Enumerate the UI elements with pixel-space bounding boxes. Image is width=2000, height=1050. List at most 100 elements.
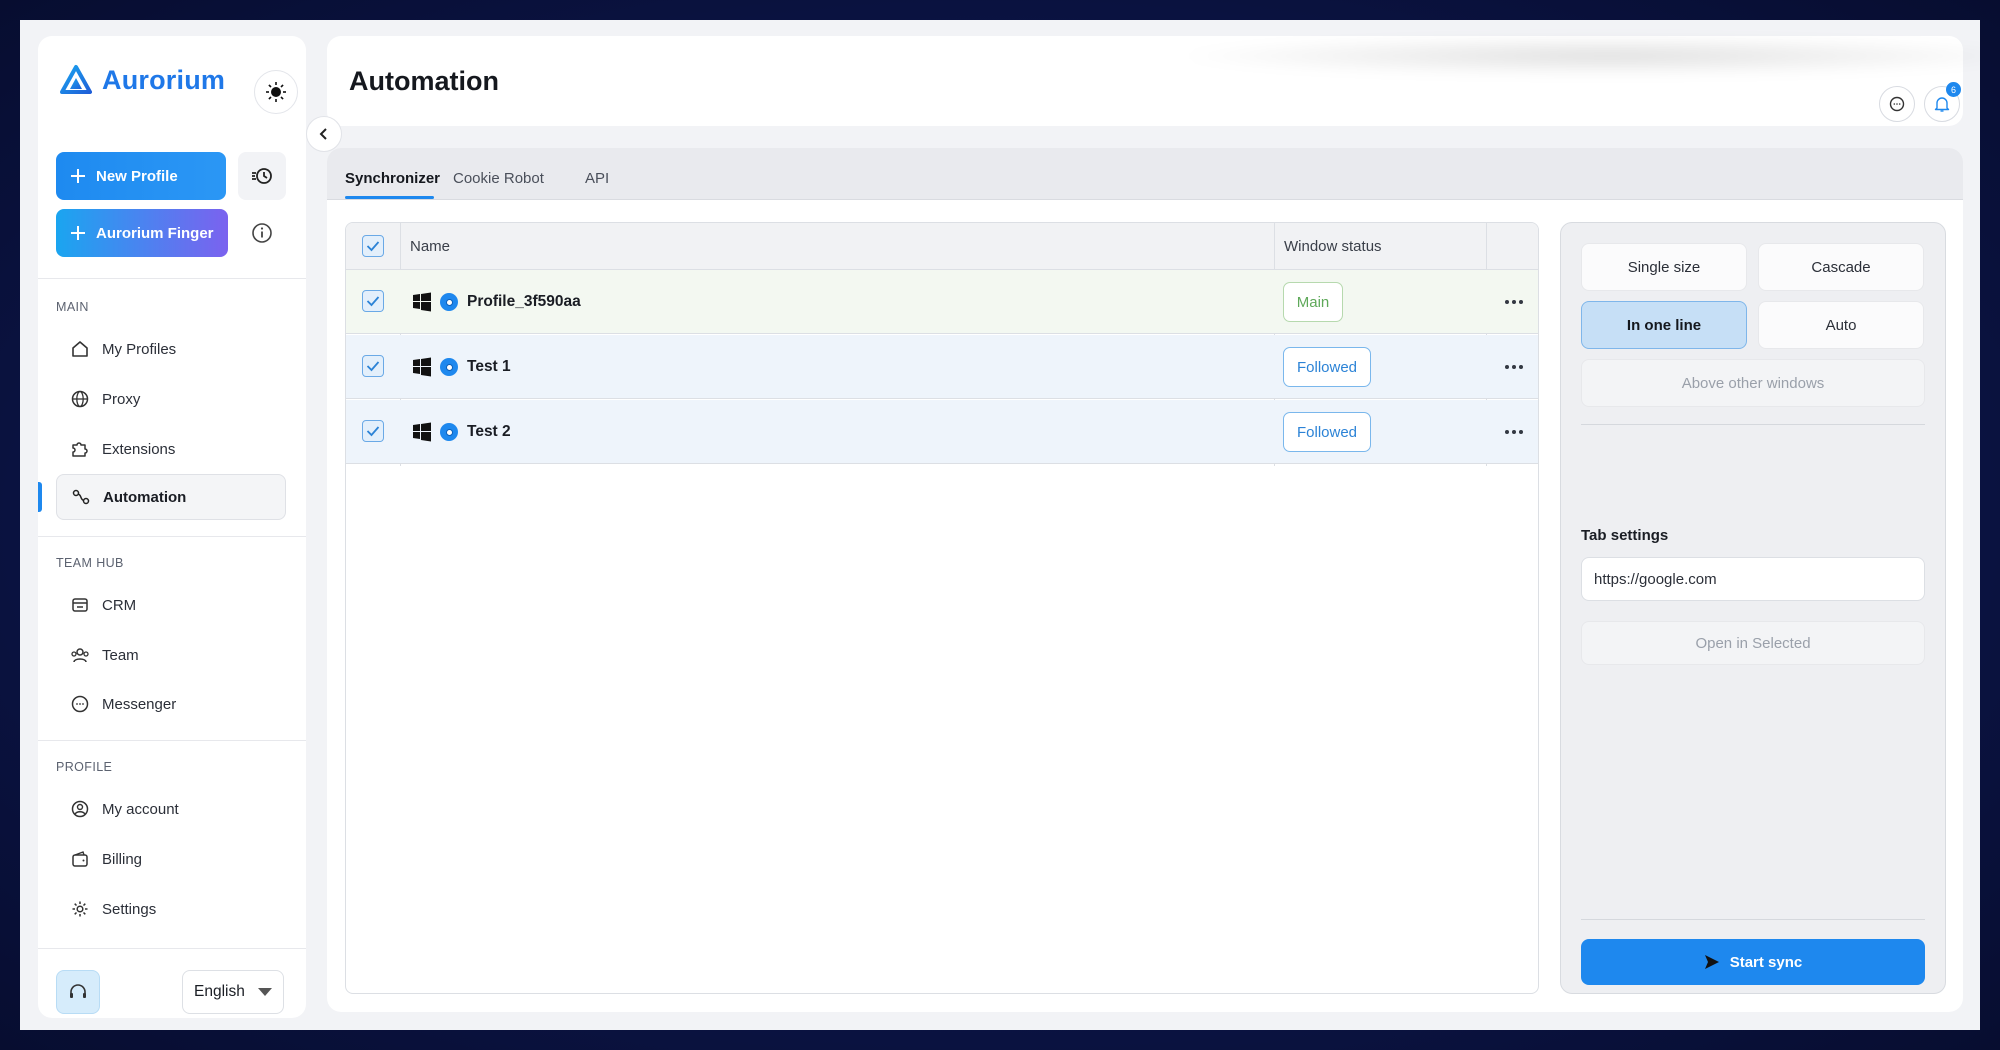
divider	[1581, 919, 1925, 920]
sidebar-item-label: My Profiles	[102, 340, 177, 358]
row-checkbox[interactable]	[362, 355, 384, 377]
language-select[interactable]: English	[182, 970, 284, 1014]
tab-settings-label: Tab settings	[1581, 527, 1669, 544]
sidebar-item-my-account[interactable]: My account	[56, 786, 286, 832]
sidebar-item-label: Automation	[103, 488, 187, 506]
app-window: Aurorium New Profile Aurorium Finger MAI…	[20, 20, 1980, 1030]
support-button[interactable]	[56, 970, 100, 1014]
table-row[interactable]: Profile_3f590aa Main	[346, 270, 1538, 334]
tab-api[interactable]: API	[585, 170, 609, 187]
active-indicator	[38, 482, 42, 512]
tab-bar: Synchronizer Cookie Robot API	[327, 148, 1963, 200]
row-checkbox[interactable]	[362, 290, 384, 312]
crm-icon	[72, 598, 88, 612]
headset-icon	[70, 984, 86, 998]
sidebar-item-label: Billing	[102, 850, 143, 868]
start-sync-button[interactable]: Start sync	[1581, 939, 1925, 985]
windows-icon	[413, 357, 431, 377]
row-more-button[interactable]	[1502, 355, 1526, 379]
plus-icon	[71, 226, 85, 240]
sidebar-item-proxy[interactable]: Proxy	[56, 376, 286, 422]
sidebar-item-label: Team	[102, 646, 139, 664]
decorative-shadow	[1167, 36, 1980, 76]
active-tab-indicator	[345, 196, 434, 199]
chat-bubble-icon	[1889, 96, 1905, 112]
sun-icon	[266, 82, 286, 102]
open-in-selected-button[interactable]: Open in Selected	[1581, 621, 1925, 665]
new-profile-button[interactable]: New Profile	[56, 152, 226, 200]
caret-down-icon	[257, 988, 272, 996]
check-icon	[366, 241, 380, 252]
sidebar: Aurorium New Profile Aurorium Finger MAI…	[38, 36, 306, 1018]
row-more-button[interactable]	[1502, 290, 1526, 314]
table-row[interactable]: Test 1 Followed	[346, 335, 1538, 399]
section-label-main: MAIN	[56, 300, 89, 314]
tab-cookie-robot[interactable]: Cookie Robot	[453, 170, 544, 187]
row-more-button[interactable]	[1502, 420, 1526, 444]
sidebar-item-messenger[interactable]: Messenger	[56, 681, 286, 727]
column-header-name: Name	[410, 238, 451, 255]
url-input[interactable]	[1581, 557, 1925, 601]
user-circle-icon	[71, 800, 89, 818]
sidebar-item-label: Settings	[102, 900, 157, 918]
sidebar-item-label: Proxy	[102, 390, 141, 408]
info-icon[interactable]	[250, 221, 274, 245]
table-header: Name Window status	[346, 223, 1538, 270]
single-size-button[interactable]: Single size	[1581, 243, 1747, 291]
theme-toggle-button[interactable]	[254, 70, 298, 114]
row-checkbox[interactable]	[362, 420, 384, 442]
sidebar-item-billing[interactable]: Billing	[56, 836, 286, 882]
plus-icon	[71, 169, 85, 183]
globe-icon	[71, 390, 89, 408]
aurorium-logo-icon	[60, 65, 92, 94]
divider	[38, 536, 306, 537]
bell-icon	[1934, 97, 1950, 112]
check-icon	[366, 426, 380, 437]
auto-button[interactable]: Auto	[1758, 301, 1924, 349]
profile-name[interactable]: Test 2	[467, 423, 511, 441]
profile-name[interactable]: Profile_3f590aa	[467, 293, 581, 311]
above-other-windows-button[interactable]: Above other windows	[1581, 359, 1925, 407]
sidebar-item-automation[interactable]: Automation	[56, 474, 286, 520]
sync-settings-panel: Single size Cascade In one line Auto Abo…	[1560, 222, 1946, 994]
sidebar-item-crm[interactable]: CRM	[56, 582, 286, 628]
profile-name[interactable]: Test 1	[467, 358, 511, 376]
notifications-button[interactable]: 6	[1924, 82, 1961, 122]
page-header: Automation 6	[327, 36, 1980, 126]
page-title: Automation	[349, 66, 499, 96]
tab-synchronizer[interactable]: Synchronizer	[345, 170, 440, 187]
messages-button[interactable]	[1879, 86, 1915, 122]
browser-icon	[440, 358, 458, 376]
sidebar-item-team[interactable]: Team	[56, 632, 286, 678]
sidebar-item-label: My account	[102, 800, 179, 818]
chevron-left-icon	[319, 128, 327, 140]
in-one-line-button[interactable]: In one line	[1581, 301, 1747, 349]
sidebar-item-extensions[interactable]: Extensions	[56, 426, 286, 472]
start-sync-label: Start sync	[1729, 953, 1803, 971]
history-button[interactable]	[238, 152, 286, 200]
check-icon	[366, 296, 380, 307]
section-label-profile: PROFILE	[56, 760, 113, 774]
home-icon	[72, 341, 88, 357]
sidebar-item-settings[interactable]: Settings	[56, 886, 286, 932]
cascade-button[interactable]: Cascade	[1758, 243, 1924, 291]
logo[interactable]: Aurorium	[60, 64, 225, 96]
sidebar-item-my-profiles[interactable]: My Profiles	[56, 326, 286, 372]
gear-icon	[72, 901, 88, 917]
column-header-window-status: Window status	[1284, 238, 1382, 255]
chat-icon	[71, 695, 89, 713]
table-row[interactable]: Test 2 Followed	[346, 400, 1538, 464]
select-all-checkbox[interactable]	[362, 235, 384, 257]
aurorium-finger-button[interactable]: Aurorium Finger	[56, 209, 228, 257]
divider	[38, 740, 306, 741]
check-icon	[366, 361, 380, 372]
puzzle-icon	[72, 442, 88, 457]
collapse-sidebar-button[interactable]	[306, 116, 342, 152]
divider	[38, 278, 306, 279]
team-icon	[71, 648, 89, 663]
language-value: English	[194, 983, 245, 1000]
new-profile-label: New Profile	[96, 167, 178, 185]
send-icon	[1704, 955, 1719, 969]
status-badge: Main	[1283, 282, 1343, 322]
wallet-icon	[72, 851, 88, 867]
